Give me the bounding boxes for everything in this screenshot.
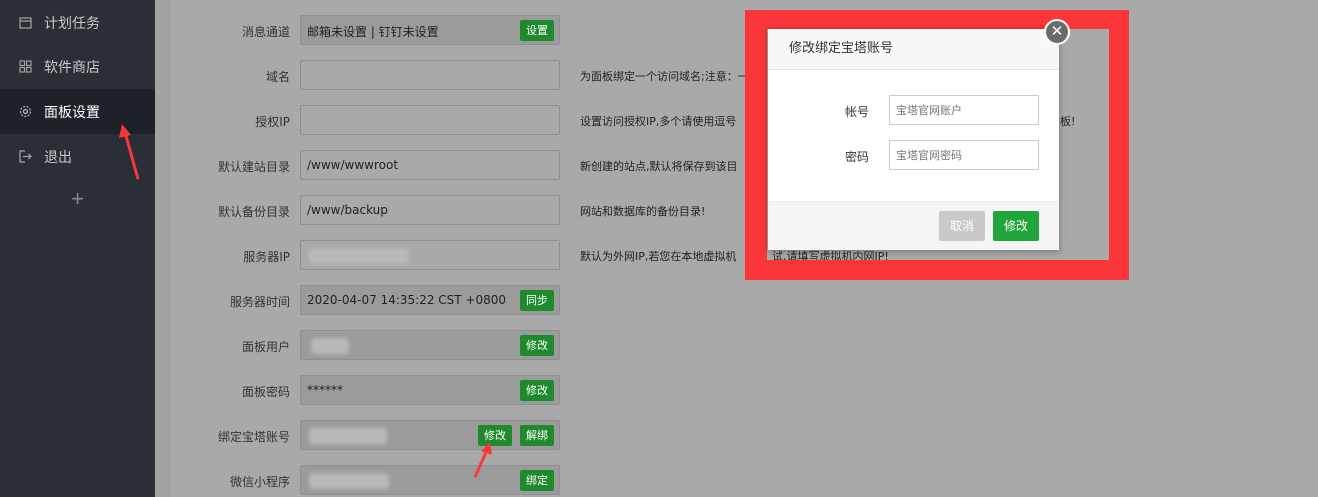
sidebar-item-label: 计划任务 bbox=[44, 15, 100, 32]
backup-dir-input[interactable]: /www/backup bbox=[300, 195, 560, 225]
setting-value: /www/backup bbox=[307, 203, 388, 217]
modify-password-button[interactable]: 修改 bbox=[520, 380, 554, 401]
setting-tip: 默认为外网IP,若您在本地虚拟机 bbox=[580, 250, 737, 263]
sidebar-item-cron[interactable]: 计划任务 bbox=[0, 0, 155, 45]
unbind-button[interactable]: 解绑 bbox=[520, 425, 554, 446]
wechat-field: 绑定 bbox=[300, 465, 560, 495]
account-input[interactable] bbox=[889, 95, 1039, 125]
setting-tip: 为面板绑定一个访问域名;注意：一旦 bbox=[580, 70, 760, 83]
bind-wechat-button[interactable]: 绑定 bbox=[520, 470, 554, 491]
setting-label: 默认备份目录 bbox=[217, 205, 290, 219]
panel-user-field: 修改 bbox=[300, 330, 560, 360]
setting-row-bind-account: 绑定宝塔账号 修改 解绑 bbox=[171, 420, 1318, 450]
modify-user-button[interactable]: 修改 bbox=[520, 335, 554, 356]
annotation-arrow-icon bbox=[473, 442, 492, 478]
sidebar-item-label: 面板设置 bbox=[44, 104, 100, 121]
redacted-value bbox=[311, 338, 349, 354]
confirm-button[interactable]: 修改 bbox=[993, 211, 1039, 241]
calendar-icon bbox=[18, 16, 32, 30]
setting-label: 授权IP bbox=[255, 115, 290, 129]
password-row: 密码 bbox=[768, 140, 1059, 170]
setting-row-server-time: 服务器时间 2020-04-07 14:35:22 CST +0800 同步 bbox=[171, 285, 1318, 315]
annotation-arrow-icon bbox=[119, 124, 140, 180]
setting-label: 面板密码 bbox=[241, 385, 290, 399]
content-gutter bbox=[155, 0, 171, 497]
auth-ip-input[interactable] bbox=[300, 105, 560, 135]
dialog-footer: 取消 修改 bbox=[768, 201, 1059, 250]
setting-value: 2020-04-07 14:35:22 CST +0800 bbox=[307, 293, 506, 307]
site-dir-input[interactable]: /www/wwwroot bbox=[300, 150, 560, 180]
close-icon[interactable]: ✕ bbox=[1044, 19, 1070, 45]
setting-value: ****** bbox=[307, 383, 343, 397]
bind-account-field: 修改 解绑 bbox=[300, 420, 560, 450]
setting-row-panel-user: 面板用户 修改 bbox=[171, 330, 1318, 360]
setting-tip: 新创建的站点,默认将保存到该目 bbox=[580, 160, 738, 173]
cancel-button[interactable]: 取消 bbox=[939, 211, 985, 241]
sync-button[interactable]: 同步 bbox=[520, 290, 554, 311]
password-label: 密码 bbox=[844, 150, 869, 164]
setting-label: 微信小程序 bbox=[229, 475, 290, 489]
account-row: 帐号 bbox=[768, 95, 1059, 125]
dialog-title: 修改绑定宝塔账号 bbox=[768, 29, 1059, 70]
bind-account-dialog: 修改绑定宝塔账号 ✕ 帐号 密码 取消 修改 bbox=[768, 19, 1070, 250]
setting-label: 默认建站目录 bbox=[217, 160, 290, 174]
setting-label: 消息通道 bbox=[241, 25, 290, 39]
gear-icon bbox=[18, 105, 32, 119]
setting-value: 邮箱未设置 | 钉钉未设置 bbox=[307, 25, 439, 39]
setting-label: 面板用户 bbox=[241, 340, 290, 354]
message-channel-field: 邮箱未设置 | 钉钉未设置 设置 bbox=[300, 15, 560, 45]
setting-row-panel-password: 面板密码 ****** 修改 bbox=[171, 375, 1318, 405]
logout-icon bbox=[18, 149, 32, 164]
setting-row-wechat: 微信小程序 绑定 bbox=[171, 465, 1318, 495]
server-time-field: 2020-04-07 14:35:22 CST +0800 同步 bbox=[300, 285, 560, 315]
password-input[interactable] bbox=[889, 140, 1039, 170]
sidebar: 计划任务 软件商店 面板设置 退出 + bbox=[0, 0, 155, 497]
sidebar-item-label: 软件商店 bbox=[44, 59, 100, 76]
redacted-value bbox=[309, 428, 387, 444]
sidebar-item-label: 退出 bbox=[44, 149, 72, 166]
add-icon[interactable]: + bbox=[0, 186, 155, 212]
setting-tip: 网站和数据库的备份目录! bbox=[580, 205, 706, 218]
setting-label: 域名 bbox=[265, 70, 290, 84]
setup-button[interactable]: 设置 bbox=[520, 20, 554, 41]
panel-password-field: ****** 修改 bbox=[300, 375, 560, 405]
setting-tip: 设置访问授权IP,多个请使用逗号 bbox=[580, 115, 737, 128]
setting-label: 服务器IP bbox=[243, 250, 290, 264]
setting-label: 绑定宝塔账号 bbox=[217, 430, 290, 444]
account-label: 帐号 bbox=[844, 105, 869, 119]
grid-icon bbox=[18, 59, 32, 74]
redacted-value bbox=[309, 248, 409, 264]
sidebar-item-store[interactable]: 软件商店 bbox=[0, 44, 155, 89]
redacted-value bbox=[309, 473, 389, 489]
setting-value: /www/wwwroot bbox=[307, 158, 399, 172]
setting-label: 服务器时间 bbox=[229, 295, 290, 309]
server-ip-input[interactable] bbox=[300, 240, 560, 270]
domain-input[interactable] bbox=[300, 60, 560, 90]
